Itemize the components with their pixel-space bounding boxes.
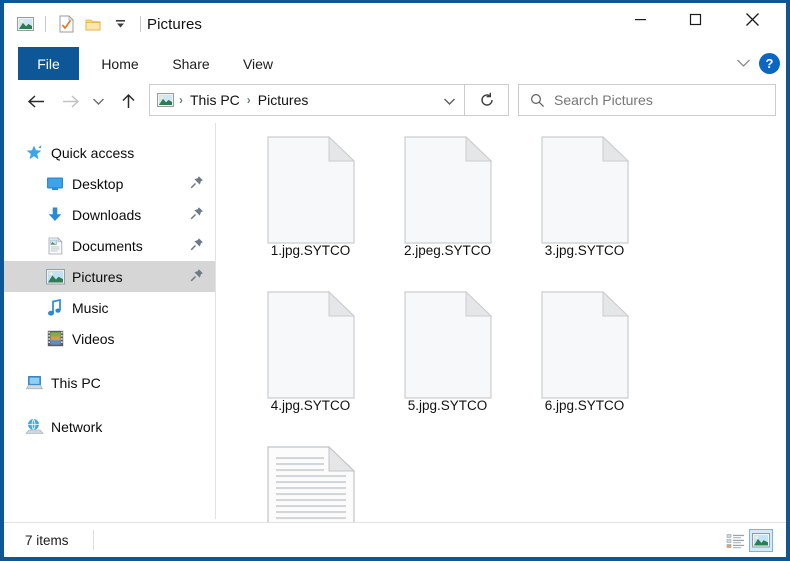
file-list-pane[interactable]: 1.jpg.SYTCO 2.jpeg.SYTCO bbox=[216, 123, 782, 519]
tab-file[interactable]: File bbox=[18, 47, 79, 80]
file-item[interactable]: 4.jpg.SYTCO bbox=[242, 288, 379, 443]
sidebar-item-network[interactable]: Network bbox=[4, 411, 215, 442]
sidebar-item-documents[interactable]: Documents bbox=[4, 230, 215, 261]
pictures-icon-breadcrumb bbox=[157, 93, 174, 108]
maximize-button[interactable] bbox=[672, 3, 719, 36]
network-icon bbox=[24, 417, 44, 437]
file-name: 2.jpeg.SYTCO bbox=[404, 243, 491, 258]
tab-view[interactable]: View bbox=[232, 47, 284, 80]
file-name: 5.jpg.SYTCO bbox=[408, 398, 488, 413]
documents-icon bbox=[45, 236, 65, 256]
pictures-folder-icon[interactable] bbox=[14, 13, 36, 35]
breadcrumb-separator-0[interactable]: › bbox=[174, 93, 188, 107]
breadcrumb-separator-1[interactable]: › bbox=[242, 93, 256, 107]
customize-dropdown-icon[interactable] bbox=[109, 13, 131, 35]
quick-access-toolbar bbox=[14, 13, 145, 35]
sidebar-item-pictures[interactable]: Pictures bbox=[4, 261, 215, 292]
sidebar-spacer-1 bbox=[4, 354, 215, 367]
file-item[interactable]: 3.jpg.SYTCO bbox=[516, 133, 653, 288]
qat-separator-1 bbox=[45, 16, 46, 32]
details-view-button[interactable] bbox=[723, 529, 747, 552]
status-separator bbox=[93, 530, 94, 550]
file-item[interactable]: 6.jpg.SYTCO bbox=[516, 288, 653, 443]
sidebar-item-desktop[interactable]: Desktop bbox=[4, 168, 215, 199]
status-bar: 7 items bbox=[4, 522, 786, 557]
close-button[interactable] bbox=[729, 3, 776, 36]
search-placeholder: Search Pictures bbox=[554, 92, 653, 108]
back-button[interactable] bbox=[22, 86, 50, 116]
blank-file-icon bbox=[266, 133, 356, 241]
qat-separator-2 bbox=[140, 16, 141, 32]
title-bar: Pictures bbox=[4, 3, 786, 47]
new-folder-icon[interactable] bbox=[82, 13, 104, 35]
pin-icon[interactable] bbox=[190, 237, 204, 251]
music-icon bbox=[45, 298, 65, 318]
pictures-icon bbox=[45, 267, 65, 287]
minimize-button[interactable] bbox=[617, 3, 664, 36]
sidebar-label: Quick access bbox=[51, 145, 134, 161]
pin-icon[interactable] bbox=[190, 268, 204, 282]
downloads-icon bbox=[45, 205, 65, 225]
sidebar-label: Videos bbox=[72, 331, 115, 347]
tab-home[interactable]: Home bbox=[91, 47, 149, 80]
pin-icon[interactable] bbox=[190, 175, 204, 189]
file-item[interactable]: 2.jpeg.SYTCO bbox=[379, 133, 516, 288]
main-body: Quick access Desktop bbox=[4, 123, 786, 519]
sidebar-spacer-2 bbox=[4, 398, 215, 411]
sidebar-item-downloads[interactable]: Downloads bbox=[4, 199, 215, 230]
address-bar[interactable]: › This PC › Pictures bbox=[149, 84, 465, 116]
blank-file-icon bbox=[540, 288, 630, 396]
item-count-label: 7 items bbox=[25, 533, 69, 548]
blank-file-icon bbox=[266, 288, 356, 396]
file-name: 4.jpg.SYTCO bbox=[271, 398, 351, 413]
file-grid: 1.jpg.SYTCO 2.jpeg.SYTCO bbox=[216, 123, 782, 561]
blank-file-icon bbox=[540, 133, 630, 241]
tab-share[interactable]: Share bbox=[162, 47, 220, 80]
address-dropdown-icon[interactable] bbox=[440, 93, 458, 109]
sidebar-item-videos[interactable]: Videos bbox=[4, 323, 215, 354]
star-icon bbox=[24, 143, 44, 163]
this-pc-icon bbox=[24, 373, 44, 393]
recent-locations-button[interactable] bbox=[88, 86, 108, 116]
forward-button[interactable] bbox=[56, 86, 84, 116]
search-icon bbox=[530, 93, 545, 108]
pin-icon[interactable] bbox=[190, 206, 204, 220]
sidebar-label: Pictures bbox=[72, 269, 123, 285]
blank-file-icon bbox=[403, 133, 493, 241]
properties-icon[interactable] bbox=[55, 13, 77, 35]
file-item[interactable]: 1.jpg.SYTCO bbox=[242, 133, 379, 288]
sidebar-item-music[interactable]: Music bbox=[4, 292, 215, 323]
sidebar-label: Desktop bbox=[72, 176, 123, 192]
refresh-button[interactable] bbox=[465, 84, 509, 116]
navigation-bar: › This PC › Pictures Sear bbox=[4, 80, 786, 123]
large-icons-view-button[interactable] bbox=[749, 529, 773, 552]
file-explorer-window: Pictures File Home Share View ? bbox=[0, 0, 790, 561]
blank-file-icon bbox=[403, 288, 493, 396]
videos-icon bbox=[45, 329, 65, 349]
sidebar-label: Music bbox=[72, 300, 109, 316]
navigation-pane: Quick access Desktop bbox=[4, 123, 215, 519]
sidebar-label: Network bbox=[51, 419, 102, 435]
file-name: 6.jpg.SYTCO bbox=[545, 398, 625, 413]
chevron-down-icon[interactable] bbox=[730, 51, 756, 75]
window-title: Pictures bbox=[147, 16, 202, 33]
sidebar-item-this-pc[interactable]: This PC bbox=[4, 367, 215, 398]
sidebar-label: Documents bbox=[72, 238, 143, 254]
desktop-icon bbox=[45, 174, 65, 194]
file-item[interactable]: 5.jpg.SYTCO bbox=[379, 288, 516, 443]
search-input[interactable]: Search Pictures bbox=[518, 84, 776, 116]
breadcrumb-pictures[interactable]: Pictures bbox=[256, 92, 311, 108]
sidebar-item-quick-access[interactable]: Quick access bbox=[4, 137, 215, 168]
breadcrumb-this-pc[interactable]: This PC bbox=[188, 92, 242, 108]
sidebar-label: This PC bbox=[51, 375, 101, 391]
ribbon-tab-bar: File Home Share View ? bbox=[4, 47, 786, 80]
help-button[interactable]: ? bbox=[759, 53, 780, 74]
up-button[interactable] bbox=[114, 86, 142, 116]
sidebar-label: Downloads bbox=[72, 207, 141, 223]
file-name: 1.jpg.SYTCO bbox=[271, 243, 351, 258]
file-name: 3.jpg.SYTCO bbox=[545, 243, 625, 258]
